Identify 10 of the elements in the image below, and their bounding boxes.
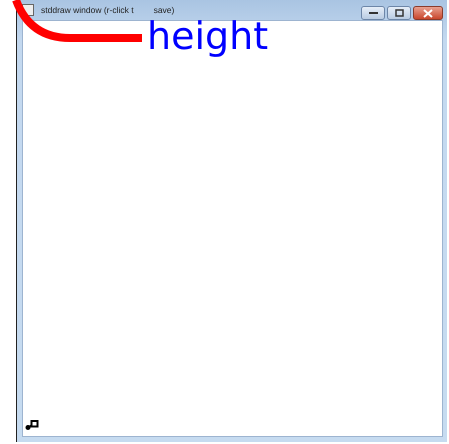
close-button[interactable] xyxy=(413,6,443,20)
annotation-label: height xyxy=(147,17,268,55)
minimize-icon xyxy=(368,11,378,15)
window-title-end: save) xyxy=(154,5,174,15)
maximize-button[interactable] xyxy=(387,6,411,20)
dot-square-icon xyxy=(25,420,39,430)
maximize-icon xyxy=(394,9,404,17)
minimize-button[interactable] xyxy=(361,6,385,20)
window-title: stddraw window (r-click t xyxy=(41,5,134,15)
close-icon xyxy=(423,8,433,18)
